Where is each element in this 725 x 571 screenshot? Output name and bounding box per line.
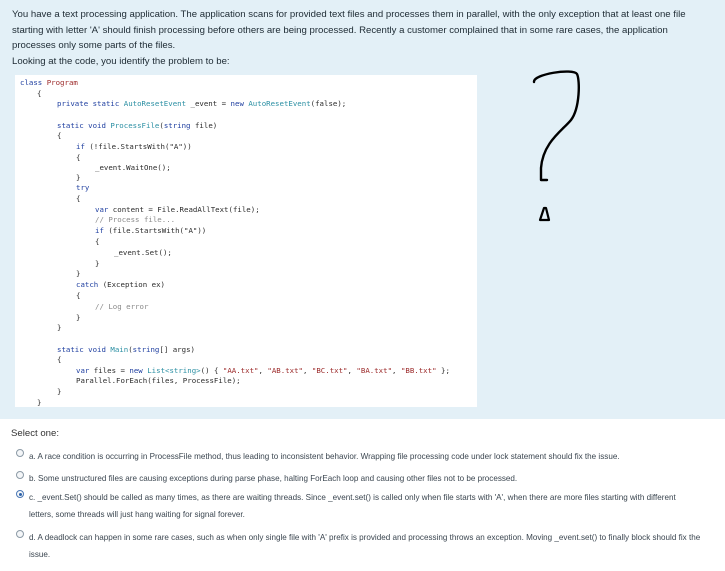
question-line: processes only some parts of the files.: [12, 40, 176, 51]
code-line: _event.Set();: [114, 248, 172, 257]
code-line: {: [76, 291, 81, 300]
answer-block: Select one: a. A race condition is occur…: [0, 419, 725, 571]
code-line: }: [95, 259, 100, 268]
code-line: static void ProcessFile(string file): [57, 121, 218, 130]
radio-button-b[interactable]: [16, 471, 24, 479]
answer-option-label[interactable]: c. _event.Set() should be called as many…: [29, 489, 701, 523]
code-line: {: [37, 89, 42, 98]
code-line: static void Main(string[] args): [57, 345, 195, 354]
question-mark-doodle-icon: [532, 70, 580, 222]
code-line: {: [95, 237, 100, 246]
question-line: You have a text processing application. …: [12, 9, 686, 20]
code-comment: // Process file...: [95, 215, 176, 224]
question-line: starting with letter 'A' should finish p…: [12, 24, 668, 36]
code-line: {: [76, 153, 81, 162]
code-line: }: [37, 398, 42, 407]
code-line: }: [76, 269, 81, 278]
answer-option-label[interactable]: d. A deadlock can happen in some rare ca…: [29, 529, 701, 563]
radio-button-d[interactable]: [16, 530, 24, 538]
question-line: Looking at the code, you identify the pr…: [12, 55, 230, 67]
code-snippet-image: class Program { private static AutoReset…: [15, 75, 477, 407]
code-line: _event.WaitOne();: [95, 163, 171, 172]
answer-option-label[interactable]: b. Some unstructured files are causing e…: [29, 470, 701, 487]
code-line: {: [76, 194, 81, 203]
code-line: private static AutoResetEvent _event = n…: [57, 99, 347, 108]
code-line: try: [76, 183, 90, 192]
code-line: {: [57, 131, 62, 140]
radio-button-c[interactable]: [16, 490, 24, 498]
question-text: You have a text processing application. …: [12, 7, 718, 69]
code-line: {: [57, 355, 62, 364]
code-line: class Program: [20, 78, 78, 87]
code-line: }: [57, 323, 62, 332]
radio-button-a[interactable]: [16, 449, 24, 457]
code-comment: // Log error: [95, 302, 149, 311]
code-line: Parallel.ForEach(files, ProcessFile);: [76, 376, 241, 385]
code-line: catch (Exception ex): [76, 280, 165, 289]
code-line: var content = File.ReadAllText(file);: [95, 205, 260, 214]
code-line: if (!file.StartsWith("A")): [76, 142, 192, 151]
code-line: }: [57, 387, 62, 396]
select-one-label: Select one:: [11, 428, 60, 439]
code-line: if (file.StartsWith("A")): [95, 226, 207, 235]
question-box: You have a text processing application. …: [0, 0, 725, 419]
code-line: }: [76, 173, 81, 182]
answer-option-label[interactable]: a. A race condition is occurring in Proc…: [29, 448, 701, 465]
code-line: }: [76, 313, 81, 322]
code-line: var files = new List<string>() { "AA.txt…: [76, 366, 450, 375]
